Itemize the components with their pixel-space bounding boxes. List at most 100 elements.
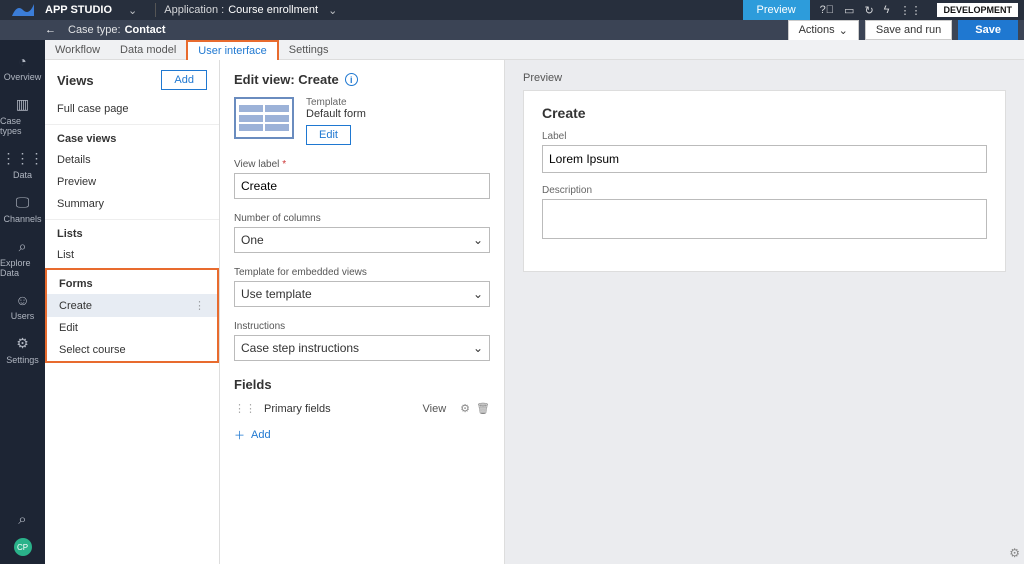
info-icon[interactable]: i <box>345 73 358 86</box>
settings-icon: ⚙ <box>16 335 29 352</box>
preview-panel: Create Label Description <box>523 90 1006 272</box>
edit-template-button[interactable]: Edit <box>306 125 351 145</box>
rail-label: Data <box>13 170 32 180</box>
preview-title: Preview <box>523 72 1006 84</box>
form-select-course[interactable]: Select course <box>47 339 217 361</box>
rail-case-types[interactable]: ▥ Case types <box>0 89 45 143</box>
more-icon[interactable]: ⋮ <box>194 299 205 312</box>
application-label: Application : <box>164 4 224 16</box>
drag-handle-icon[interactable]: ⋮⋮ <box>234 402 256 415</box>
chevron-down-icon[interactable]: ⌄ <box>128 4 137 17</box>
view-list[interactable]: List <box>45 244 219 266</box>
logo-icon <box>0 0 45 20</box>
actions-label: Actions <box>799 24 835 36</box>
preview-button[interactable]: Preview <box>743 0 810 20</box>
preview-label-input[interactable] <box>542 145 987 173</box>
gear-icon[interactable]: ⚙ <box>1009 546 1020 560</box>
help-icon[interactable]: ?⃝ <box>820 4 834 16</box>
preview-label-label: Label <box>542 131 987 142</box>
case-type-name: Contact <box>125 24 166 36</box>
divider <box>155 3 156 17</box>
chevron-down-icon: ⌄ <box>473 287 483 301</box>
tab-data-model[interactable]: Data model <box>110 40 186 60</box>
tab-settings[interactable]: Settings <box>279 40 339 60</box>
explore-data-icon: ⌕ <box>19 238 27 255</box>
form-edit[interactable]: Edit <box>47 317 217 339</box>
case-type-label: Case type: <box>68 24 121 36</box>
save-and-run-button[interactable]: Save and run <box>865 20 952 40</box>
tab-workflow[interactable]: Workflow <box>45 40 110 60</box>
rail-label: Case types <box>0 116 45 136</box>
left-rail: ◔Overview ▥Case types ⋮⋮⋮Data 🖵Channels … <box>0 40 45 564</box>
template-label: Template <box>306 97 366 108</box>
rail-label: Users <box>11 311 35 321</box>
preview-panel-title: Create <box>542 105 987 121</box>
view-link[interactable]: View <box>423 403 447 415</box>
gear-icon[interactable]: ⚙ <box>460 402 470 415</box>
select-value: Case step instructions <box>241 341 359 355</box>
instructions-label: Instructions <box>234 321 490 332</box>
rail-label: Explore Data <box>0 258 45 278</box>
add-view-button[interactable]: Add <box>161 70 207 90</box>
num-columns-label: Number of columns <box>234 213 490 224</box>
rail-data[interactable]: ⋮⋮⋮ Data <box>0 143 45 187</box>
chevron-down-icon: ⌄ <box>473 233 483 247</box>
plus-icon: ＋ <box>234 427 245 443</box>
overview-icon: ◔ <box>18 53 26 69</box>
data-icon: ⋮⋮⋮ <box>2 150 44 167</box>
refresh-icon[interactable]: ↻ <box>864 4 873 17</box>
rail-users[interactable]: ☺ Users <box>0 285 45 328</box>
rail-label: Channels <box>3 214 41 224</box>
bolt-icon[interactable]: ϟ <box>884 4 890 16</box>
rail-explore-data[interactable]: ⌕ Explore Data <box>0 231 45 285</box>
back-icon[interactable]: ← <box>45 24 56 36</box>
share-icon[interactable]: ⋮⋮ <box>899 4 921 17</box>
views-heading: Views <box>57 73 94 88</box>
fields-heading: Fields <box>234 377 490 392</box>
template-preview[interactable] <box>234 97 294 139</box>
actions-button[interactable]: Actions ⌄ <box>788 20 859 41</box>
num-columns-select[interactable]: One ⌄ <box>234 227 490 253</box>
case-types-icon: ▥ <box>16 96 29 113</box>
environment-badge: DEVELOPMENT <box>937 3 1018 17</box>
item-label: Create <box>59 300 92 312</box>
rail-settings[interactable]: ⚙ Settings <box>0 328 45 372</box>
section-forms: Forms <box>47 270 217 294</box>
view-label-label: View label * <box>234 159 490 170</box>
save-button[interactable]: Save <box>958 20 1018 40</box>
select-value: Use template <box>241 287 312 301</box>
application-name[interactable]: Course enrollment <box>228 4 318 16</box>
edit-view-title: Edit view: Create <box>234 72 339 87</box>
tpl-embedded-label: Template for embedded views <box>234 267 490 278</box>
chevron-down-icon: ⌄ <box>839 24 848 37</box>
chevron-down-icon: ⌄ <box>473 341 483 355</box>
preview-description-input[interactable] <box>542 199 987 239</box>
view-full-case-page[interactable]: Full case page <box>45 98 219 120</box>
view-summary[interactable]: Summary <box>45 193 219 215</box>
view-label-input[interactable] <box>234 173 490 199</box>
chevron-down-icon[interactable]: ⌄ <box>328 4 337 17</box>
view-details[interactable]: Details <box>45 149 219 171</box>
display-icon[interactable]: ▭ <box>844 4 854 17</box>
add-label: Add <box>251 429 271 441</box>
avatar[interactable]: CP <box>14 538 32 556</box>
users-icon: ☺ <box>15 292 29 308</box>
rail-channels[interactable]: 🖵Channels <box>0 187 45 231</box>
section-case-views: Case views <box>45 124 219 149</box>
rail-label: Settings <box>6 355 39 365</box>
add-field-button[interactable]: ＋ Add <box>234 427 271 443</box>
tab-user-interface[interactable]: User interface <box>186 40 278 60</box>
app-studio-label: APP STUDIO <box>45 4 118 16</box>
instructions-select[interactable]: Case step instructions ⌄ <box>234 335 490 361</box>
section-lists: Lists <box>45 219 219 244</box>
rail-overview[interactable]: ◔ Overview <box>0 46 45 89</box>
trash-icon[interactable]: 🗑 <box>476 402 490 415</box>
rail-label: Overview <box>4 72 42 82</box>
search-icon[interactable]: ⌕ <box>18 501 26 538</box>
form-create[interactable]: Create ⋮ <box>47 294 217 317</box>
view-preview[interactable]: Preview <box>45 171 219 193</box>
select-value: One <box>241 233 264 247</box>
tpl-embedded-select[interactable]: Use template ⌄ <box>234 281 490 307</box>
preview-description-label: Description <box>542 185 987 196</box>
primary-fields-item[interactable]: Primary fields <box>264 403 423 415</box>
